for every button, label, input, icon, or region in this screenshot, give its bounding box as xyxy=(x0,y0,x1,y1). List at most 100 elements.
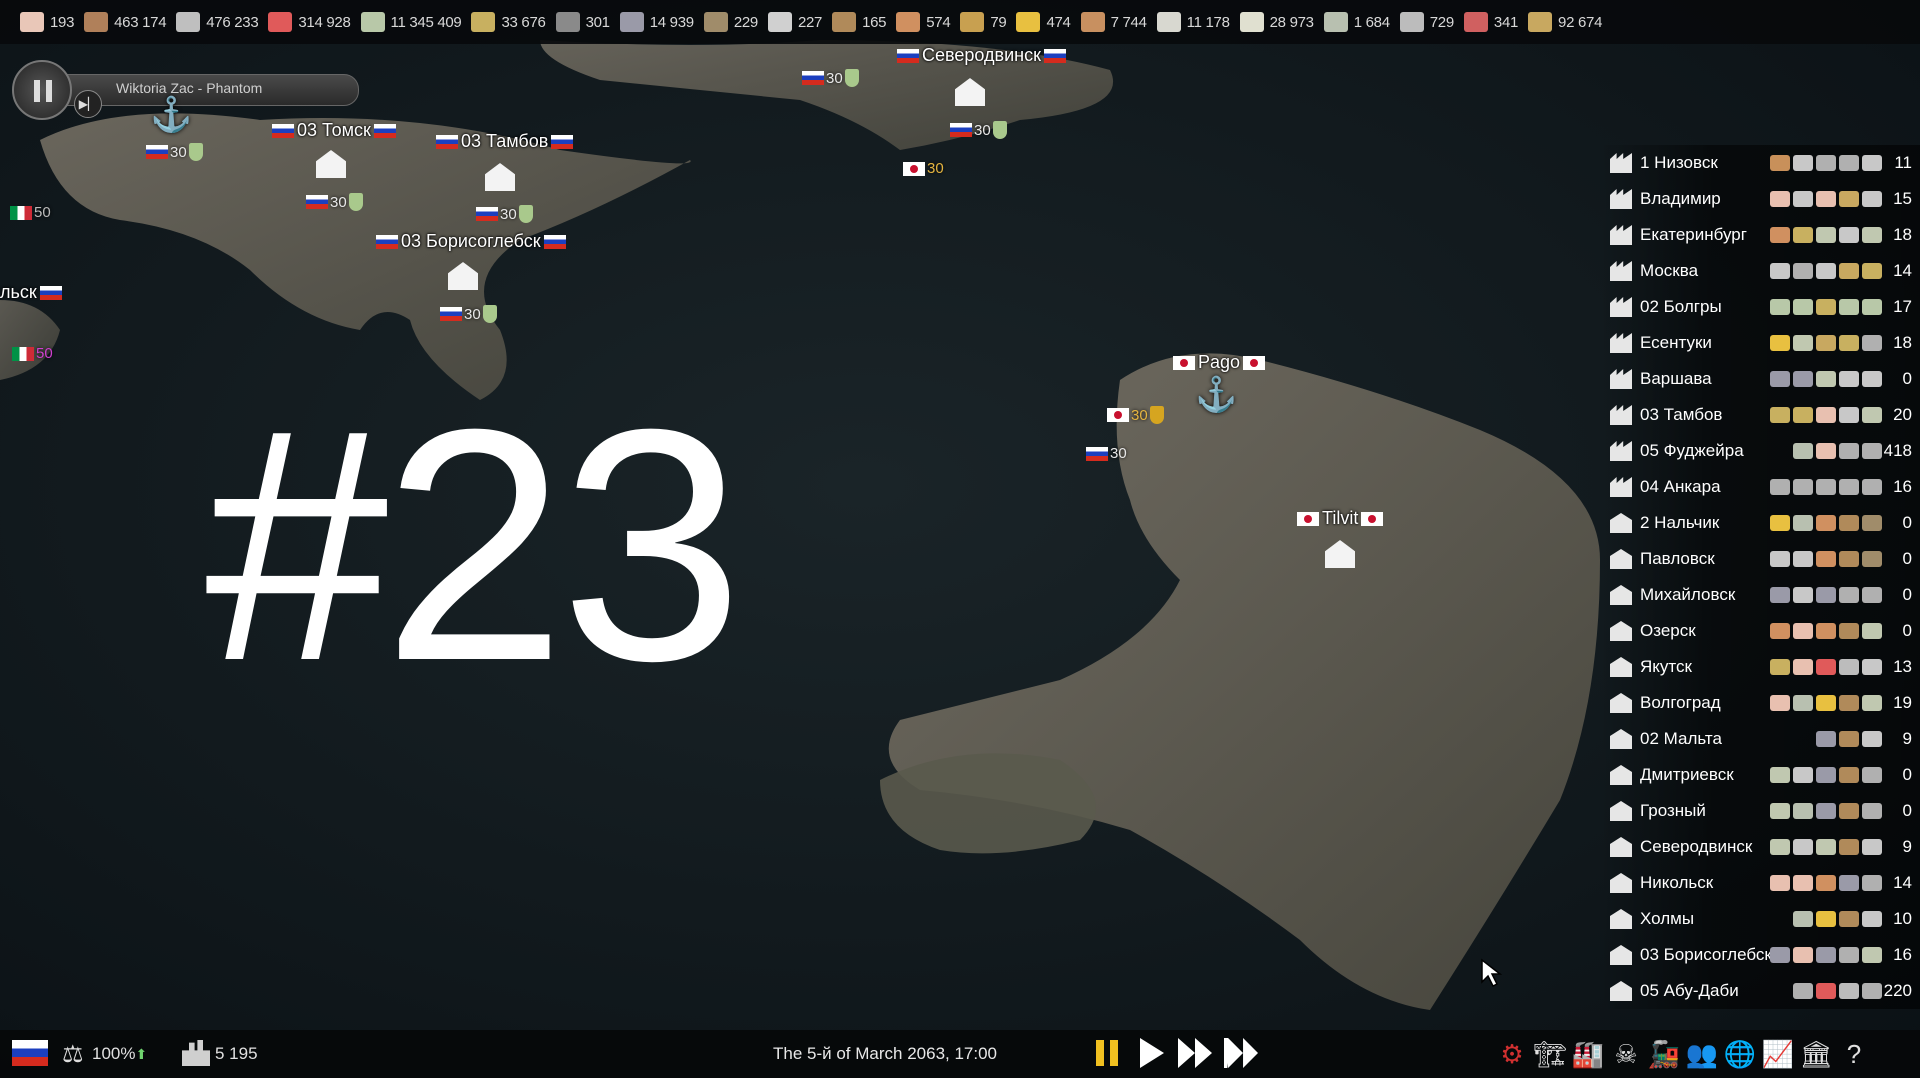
diplomacy-globe-icon[interactable]: 🌐 xyxy=(1724,1038,1756,1070)
resource-item[interactable]: 227 xyxy=(767,0,822,44)
unit-stack[interactable]: 30 xyxy=(476,205,533,223)
port-anchor-icon[interactable]: ⚓ xyxy=(150,95,192,135)
city-row[interactable]: Варшава 0 xyxy=(1600,361,1920,397)
map-label-tomsk[interactable]: 03 Томск xyxy=(272,120,396,141)
resource-item[interactable]: 11 345 409 xyxy=(360,0,462,44)
map-label-tilvit[interactable]: Tilvit xyxy=(1297,508,1384,529)
city-goods xyxy=(1762,839,1882,855)
russia-flag-icon xyxy=(146,145,168,159)
resource-item[interactable]: 463 174 xyxy=(84,0,167,44)
play-button[interactable] xyxy=(1140,1038,1164,1068)
city-row[interactable]: Озерск 0 xyxy=(1600,613,1920,649)
place-name: Pago xyxy=(1198,352,1241,372)
trade-icon[interactable]: 🚂 xyxy=(1648,1038,1680,1070)
city-row[interactable]: 03 Борисоглебск 16 xyxy=(1600,937,1920,973)
resource-item[interactable]: 28 973 xyxy=(1239,0,1314,44)
city-row[interactable]: 04 Анкара 16 xyxy=(1600,469,1920,505)
city-row[interactable]: Северодвинск 9 xyxy=(1600,829,1920,865)
military-skull-icon[interactable]: ☠ xyxy=(1610,1038,1642,1070)
unit-stack[interactable]: 30 xyxy=(306,193,363,211)
resource-item[interactable]: 314 928 xyxy=(268,0,351,44)
industry-icon[interactable]: 🏭 xyxy=(1572,1038,1604,1070)
unit-stack[interactable]: 30 xyxy=(903,160,944,177)
fast-forward-button[interactable] xyxy=(1178,1038,1212,1068)
resource-item[interactable]: 79 xyxy=(960,0,1007,44)
unit-stack[interactable]: 50 xyxy=(12,345,53,362)
warehouse-icon xyxy=(1610,873,1632,893)
population-count[interactable]: 5 195 xyxy=(215,1044,258,1064)
resource-item[interactable]: 1 684 xyxy=(1323,0,1390,44)
city-row[interactable]: 05 Абу-Даби 220 xyxy=(1600,973,1920,1009)
city-row[interactable]: 02 Мальта 9 xyxy=(1600,721,1920,757)
good-icon xyxy=(1770,767,1790,783)
unit-stack[interactable]: 30 xyxy=(1086,445,1127,462)
resource-item[interactable]: 341 xyxy=(1463,0,1519,44)
city-row[interactable]: Грозный 0 xyxy=(1600,793,1920,829)
city-row[interactable]: Никольск 14 xyxy=(1600,865,1920,901)
unit-stack[interactable]: 30 xyxy=(1107,406,1164,424)
city-row[interactable]: 2 Нальчик 0 xyxy=(1600,505,1920,541)
city-row[interactable]: Москва 14 xyxy=(1600,253,1920,289)
map-label-west-city[interactable]: льск xyxy=(0,282,62,303)
resource-item[interactable]: 574 xyxy=(896,0,951,44)
place-name: Северодвинск xyxy=(922,45,1041,65)
construction-crane-icon[interactable]: 🏗 xyxy=(1534,1038,1567,1070)
resource-item[interactable]: 301 xyxy=(555,0,610,44)
resource-item[interactable]: 193 xyxy=(20,0,74,44)
resource-item[interactable]: 14 939 xyxy=(619,0,694,44)
russia-flag-icon[interactable] xyxy=(12,1040,48,1066)
good-icon xyxy=(1862,191,1882,207)
research-gear-icon[interactable]: ⚙ xyxy=(1496,1038,1528,1070)
city-row[interactable]: Екатеринбург 18 xyxy=(1600,217,1920,253)
good-icon xyxy=(1862,551,1882,567)
resource-value: 341 xyxy=(1493,13,1519,31)
italy-flag-icon xyxy=(12,346,34,361)
unit-strength: 30 xyxy=(1131,406,1148,424)
map-label-borisoglebsk[interactable]: 03 Борисоглебск xyxy=(376,231,566,252)
government-icon[interactable]: 🏛 xyxy=(1800,1038,1833,1070)
good-icon xyxy=(1862,335,1882,351)
resource-item[interactable]: 33 676 xyxy=(471,0,546,44)
resource-item[interactable]: 11 178 xyxy=(1156,0,1230,44)
city-name: 05 Фуджейра xyxy=(1640,441,1744,460)
resource-item[interactable]: 92 674 xyxy=(1528,0,1602,44)
map-label-severodvinsk[interactable]: Северодвинск xyxy=(897,45,1066,66)
music-next-button[interactable]: ▶▏ xyxy=(74,90,102,118)
port-anchor-icon[interactable]: ⚓ xyxy=(1195,375,1237,415)
city-row[interactable]: Михайловск 0 xyxy=(1600,577,1920,613)
city-row[interactable]: Волгоград 19 xyxy=(1600,685,1920,721)
city-row[interactable]: 03 Тамбов 20 xyxy=(1600,397,1920,433)
resource-item[interactable]: 729 xyxy=(1399,0,1454,44)
unit-stack[interactable]: 30 xyxy=(950,121,1007,139)
city-row[interactable]: Холмы 10 xyxy=(1600,901,1920,937)
city-row[interactable]: Есентуки 18 xyxy=(1600,325,1920,361)
map-label-pago[interactable]: Pago xyxy=(1173,352,1266,373)
city-row[interactable]: Владимир 15 xyxy=(1600,181,1920,217)
resource-item[interactable]: 476 233 xyxy=(176,0,259,44)
good-icon xyxy=(1770,263,1790,279)
population-icon[interactable]: 👥 xyxy=(1686,1038,1718,1070)
map-label-tambov[interactable]: 03 Тамбов xyxy=(436,131,574,152)
approval-rating[interactable]: 100%⬆ xyxy=(92,1044,147,1064)
city-row[interactable]: 1 Низовск 11 xyxy=(1600,145,1920,181)
resource-item[interactable]: 165 xyxy=(832,0,887,44)
music-pause-button[interactable] xyxy=(12,60,72,120)
unit-stack[interactable]: 50 xyxy=(10,204,51,221)
city-count: 18 xyxy=(1893,333,1912,352)
resource-item[interactable]: 474 xyxy=(1016,0,1071,44)
unit-stack[interactable]: 30 xyxy=(440,305,497,323)
fastest-forward-button[interactable] xyxy=(1224,1038,1258,1068)
city-row[interactable]: 02 Болгры 17 xyxy=(1600,289,1920,325)
city-row[interactable]: Якутск 13 xyxy=(1600,649,1920,685)
resource-item[interactable]: 229 xyxy=(703,0,758,44)
unit-stack[interactable]: 30 xyxy=(802,69,859,87)
unit-stack[interactable]: 30 xyxy=(146,143,203,161)
help-icon[interactable]: ? xyxy=(1838,1038,1870,1070)
city-row[interactable]: Павловск 0 xyxy=(1600,541,1920,577)
city-row[interactable]: Дмитриевск 0 xyxy=(1600,757,1920,793)
statistics-icon[interactable]: 📈 xyxy=(1762,1038,1794,1070)
pause-button[interactable] xyxy=(1096,1038,1120,1068)
city-goods xyxy=(1762,983,1882,999)
resource-item[interactable]: 7 744 xyxy=(1080,0,1147,44)
city-row[interactable]: 05 Фуджейра 418 xyxy=(1600,433,1920,469)
